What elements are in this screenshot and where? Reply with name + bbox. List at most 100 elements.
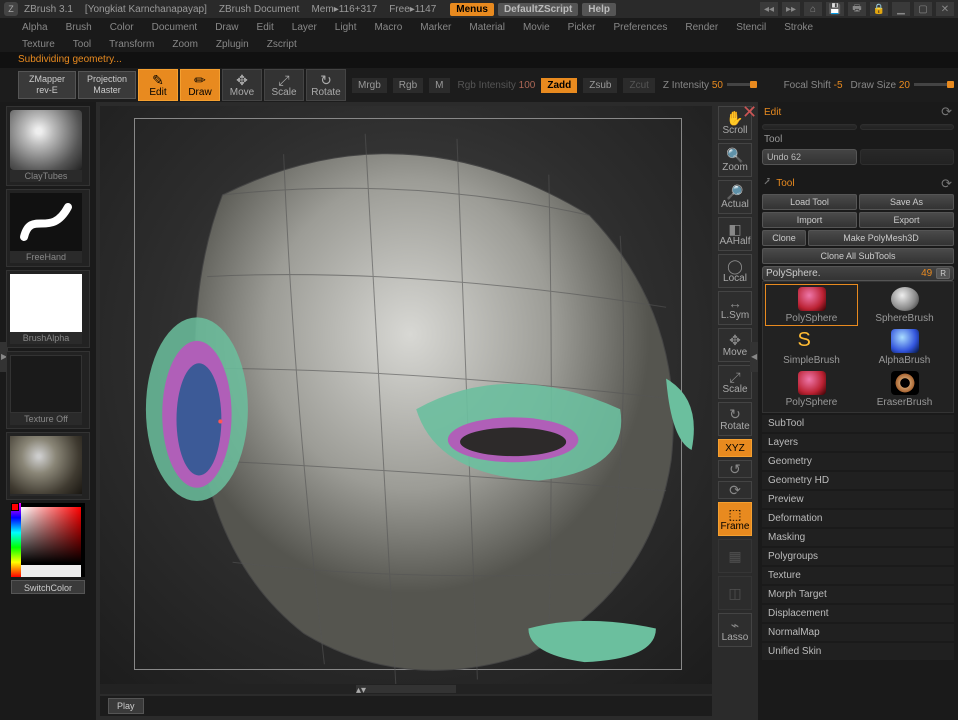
menu-movie[interactable]: Movie [517, 21, 556, 34]
cycle2-icon[interactable]: ⟳ [941, 176, 952, 192]
menu-tool[interactable]: Tool [67, 38, 97, 51]
clone-all-subtools-button[interactable]: Clone All SubTools [762, 248, 954, 264]
accordion-polygroups[interactable]: Polygroups [762, 548, 954, 565]
m-toggle[interactable]: M [429, 78, 449, 93]
tool-item-spherebrush[interactable]: SphereBrush [859, 285, 950, 325]
move-mode-button[interactable]: ✥Move [222, 69, 262, 101]
export-button[interactable]: Export [859, 212, 954, 228]
load-tool-button[interactable]: Load Tool [762, 194, 857, 210]
accordion-deformation[interactable]: Deformation [762, 510, 954, 527]
zsub-toggle[interactable]: Zsub [583, 78, 617, 93]
tool-item-alphabrush[interactable]: AlphaBrush [859, 327, 950, 367]
clone-button[interactable]: Clone [762, 230, 806, 246]
draw-size-slider[interactable]: Draw Size 20 [851, 80, 954, 91]
menu-render[interactable]: Render [679, 21, 724, 34]
focal-shift-slider[interactable]: Focal Shift -5 [784, 80, 843, 91]
accordion-layers[interactable]: Layers [762, 434, 954, 451]
accordion-normalmap[interactable]: NormalMap [762, 624, 954, 641]
menu-macro[interactable]: Macro [368, 21, 408, 34]
local-button[interactable]: ◯Local [718, 254, 752, 288]
viewport[interactable] [100, 106, 712, 692]
lock-icon[interactable]: 🔒 [870, 2, 888, 16]
help-button[interactable]: Help [582, 3, 616, 16]
menu-zscript[interactable]: Zscript [261, 38, 303, 51]
projection-master-button[interactable]: Projection Master [78, 71, 136, 99]
stroke-preview[interactable] [10, 193, 82, 251]
right-tray-handle[interactable] [750, 342, 758, 372]
texture-preview[interactable] [10, 355, 82, 413]
persp-button[interactable]: ◫ [718, 576, 752, 610]
menu-alpha[interactable]: Alpha [16, 21, 54, 34]
zcut-toggle[interactable]: Zcut [623, 78, 654, 93]
menu-texture[interactable]: Texture [16, 38, 61, 51]
menu-transform[interactable]: Transform [103, 38, 160, 51]
mrgb-toggle[interactable]: Mrgb [352, 78, 387, 93]
zmapper-button[interactable]: ZMapper rev-E [18, 71, 76, 99]
accordion-masking[interactable]: Masking [762, 529, 954, 546]
menu-edit[interactable]: Edit [251, 21, 280, 34]
accordion-preview[interactable]: Preview [762, 491, 954, 508]
tool-item-polysphere2[interactable]: PolySphere [766, 369, 857, 409]
arrow-left-icon[interactable]: ◂◂ [760, 2, 778, 16]
save-as-button[interactable]: Save As [859, 194, 954, 210]
menu-zoom[interactable]: Zoom [166, 38, 204, 51]
scale-view-button[interactable]: ⤢Scale [718, 365, 752, 399]
menu-layer[interactable]: Layer [286, 21, 323, 34]
pin-icon[interactable]: ⭷ [764, 175, 770, 192]
lasso-button[interactable]: ⌁Lasso [718, 613, 752, 647]
accordion-geometry-hd[interactable]: Geometry HD [762, 472, 954, 489]
import-button[interactable]: Import [762, 212, 857, 228]
menus-button[interactable]: Menus [450, 3, 494, 16]
zadd-toggle[interactable]: Zadd [541, 78, 577, 93]
move-view-button[interactable]: ✥Move [718, 328, 752, 362]
maximize-icon[interactable]: ▢ [914, 2, 932, 16]
color-swatch[interactable] [21, 565, 81, 577]
menu-material[interactable]: Material [463, 21, 511, 34]
timeline-bar[interactable]: ▴▾ [100, 684, 712, 694]
redo-hist-button[interactable] [860, 124, 955, 130]
grid-button[interactable]: ▦ [718, 539, 752, 573]
tool-name-row[interactable]: PolySphere. 49 R [762, 266, 954, 281]
scale-mode-button[interactable]: ⤢Scale [264, 69, 304, 101]
redo-button[interactable] [860, 149, 955, 165]
rgb-toggle[interactable]: Rgb [393, 78, 423, 93]
xyz-button[interactable]: XYZ [718, 439, 752, 457]
zscript-button[interactable]: DefaultZScript [498, 3, 578, 16]
menu-light[interactable]: Light [329, 21, 363, 34]
zoom-button[interactable]: 🔍Zoom [718, 143, 752, 177]
menu-draw[interactable]: Draw [209, 21, 244, 34]
tool-panel-header[interactable]: ⭷Tool ⟳ [762, 173, 954, 194]
rotate-mode-button[interactable]: ↻Rotate [306, 69, 346, 101]
axis-z-button[interactable]: ⟳ [718, 481, 752, 499]
menu-zplugin[interactable]: Zplugin [210, 38, 255, 51]
actual-button[interactable]: 🔎Actual [718, 180, 752, 214]
accordion-texture[interactable]: Texture [762, 567, 954, 584]
arrow-right-icon[interactable]: ▸▸ [782, 2, 800, 16]
close-icon[interactable]: ✕ [936, 2, 954, 16]
menu-stencil[interactable]: Stencil [730, 21, 772, 34]
z-intensity-slider[interactable]: Z Intensity 50 [663, 80, 757, 91]
accordion-unified-skin[interactable]: Unified Skin [762, 643, 954, 660]
undo-hist-button[interactable] [762, 124, 857, 130]
menu-document[interactable]: Document [146, 21, 204, 34]
axis-y-button[interactable]: ↺ [718, 460, 752, 478]
switch-color-button[interactable]: SwitchColor [11, 580, 85, 594]
menu-brush[interactable]: Brush [60, 21, 98, 34]
brush-preview[interactable] [10, 110, 82, 170]
alpha-preview[interactable] [10, 274, 82, 332]
frame-button[interactable]: ⬚Frame [718, 502, 752, 536]
home-icon[interactable]: ⌂ [804, 2, 822, 16]
accordion-subtool[interactable]: SubTool [762, 415, 954, 432]
hue-strip[interactable] [11, 503, 21, 577]
material-preview[interactable] [10, 436, 82, 494]
printer-icon[interactable]: 🖶 [848, 2, 866, 16]
minimize-icon[interactable]: ▁ [892, 2, 910, 16]
color-picker[interactable] [11, 503, 85, 577]
edit-mode-button[interactable]: ✎Edit [138, 69, 178, 101]
sv-gradient[interactable] [21, 507, 81, 563]
menu-color[interactable]: Color [104, 21, 140, 34]
edit-panel-header[interactable]: Edit⟳ [762, 102, 954, 122]
r-toggle[interactable]: R [936, 268, 950, 279]
save-icon[interactable]: 💾 [826, 2, 844, 16]
undo-button[interactable]: Undo 62 [762, 149, 857, 165]
